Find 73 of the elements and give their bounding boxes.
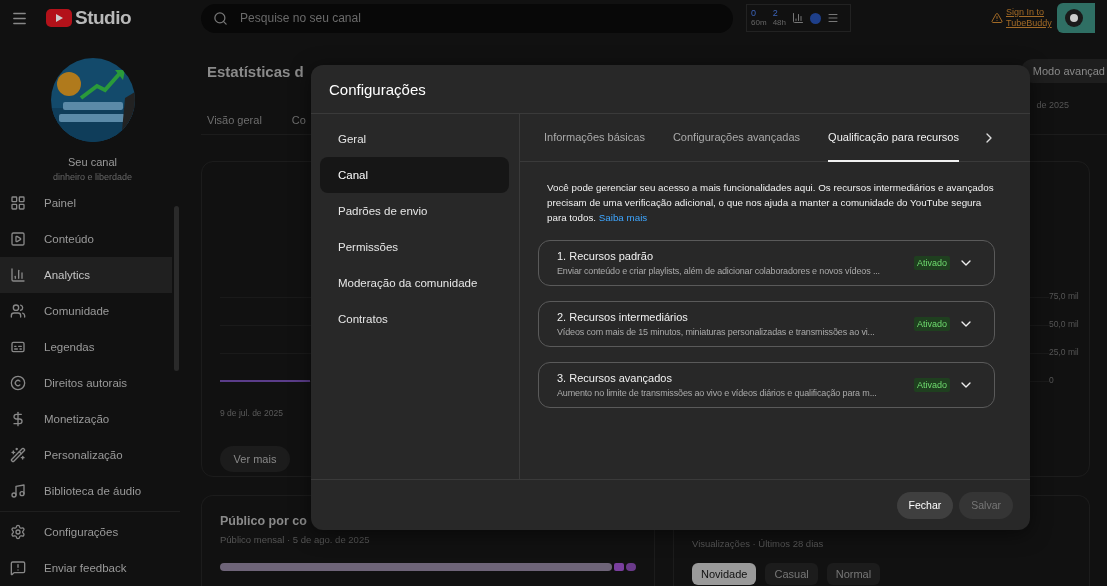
bar-chart-icon: [10, 267, 26, 284]
status-badge: Ativado: [913, 317, 950, 331]
logo-text: Studio: [75, 7, 132, 29]
page-tab[interactable]: Visão geral: [207, 114, 262, 126]
channel-title: Seu canal: [68, 156, 117, 168]
learn-more-link[interactable]: Saiba mais: [598, 212, 648, 223]
dialog-nav-item[interactable]: Contratos: [320, 301, 509, 337]
copyright-icon: [10, 375, 26, 392]
dialog-nav-item[interactable]: Permissões: [320, 229, 509, 265]
dialog-nav-item[interactable]: Geral: [320, 121, 509, 157]
menu-icon[interactable]: [827, 12, 840, 24]
count-value: 2: [772, 9, 779, 18]
status-badge: Ativado: [913, 256, 950, 270]
feature-title: 1. Recursos padrão: [557, 250, 654, 262]
page-title: Estatísticas d: [207, 62, 304, 80]
sidebar-item[interactable]: Analytics: [0, 257, 172, 294]
sidebar-item[interactable]: Comunidade: [0, 293, 172, 330]
dialog-tab[interactable]: Configurações avançadas: [672, 114, 801, 162]
filter-chip[interactable]: Casual: [765, 563, 818, 585]
status-badge: Ativado: [913, 378, 950, 392]
see-more-button[interactable]: Ver mais: [220, 446, 290, 472]
feature-title: 2. Recursos intermediários: [557, 311, 689, 323]
dialog-nav-item[interactable]: Canal: [320, 157, 509, 193]
date-range: de 2025: [1036, 100, 1069, 110]
channel-name: dinheiro e liberdade: [52, 172, 133, 182]
people-icon: [10, 303, 26, 320]
music-icon: [10, 483, 26, 500]
dialog-tab[interactable]: Informações básicas: [544, 114, 645, 162]
feature-card[interactable]: 1. Recursos padrão Enviar conteúdo e criar playlists, além de adicionar colaboradores e novos vídeos ... Ativado: [538, 240, 995, 286]
count-label: 60m: [751, 18, 767, 27]
warning-icon: [991, 12, 1003, 24]
logo-icon: [1065, 9, 1083, 27]
youtube-logo-icon: [46, 9, 72, 27]
sidebar-item[interactable]: Monetização: [0, 401, 172, 438]
count-value: 0: [751, 9, 758, 18]
dialog-tab[interactable]: Qualificação para recursos: [828, 114, 959, 162]
bar-chart-icon[interactable]: [792, 12, 805, 24]
sidebar-item[interactable]: Personalização: [0, 437, 172, 474]
feature-description: Aumento no limite de transmissões ao vivo e vídeos diários e qualificação para m...: [557, 388, 878, 398]
sidebar-item[interactable]: Legendas: [0, 329, 172, 366]
sign-in-link[interactable]: Sign In to TubeBuddy: [1006, 7, 1054, 29]
sidebar-item[interactable]: Biblioteca de áudio: [0, 473, 172, 510]
video-icon: [10, 231, 26, 248]
intro-text: Você pode gerenciar seu acesso a mais funcionalidades aqui. Os recursos intermediários e avançados precisam de uma verificação adicional, o que nos ajuda a manter a comunidade do YouTube segura para todos. Saiba mais: [547, 181, 995, 225]
sidebar-item[interactable]: Conteúdo: [0, 221, 172, 258]
sidebar-item[interactable]: Direitos autorais: [0, 365, 172, 402]
sidebar-item[interactable]: Painel: [0, 185, 172, 222]
card-title: Público por co: [220, 514, 308, 528]
dialog-nav-item[interactable]: Moderação da comunidade: [320, 265, 509, 301]
filter-chip[interactable]: Novidade: [692, 563, 757, 585]
extension-button[interactable]: [1057, 3, 1095, 33]
feature-card[interactable]: 3. Recursos avançados Aumento no limite de transmissões ao vivo e vídeos diários e qualificação para m... Ativado: [538, 362, 995, 408]
dialog-button[interactable]: Fechar: [896, 491, 954, 519]
page-tab[interactable]: Co: [291, 114, 306, 126]
chart-date: 9 de jul. de 2025: [220, 408, 284, 418]
dialog-title: Configurações: [329, 80, 426, 98]
scrollbar[interactable]: [174, 206, 179, 371]
settings-icon: [10, 524, 26, 540]
feature-description: Vídeos com mais de 15 minutos, miniaturas personalizadas e transmissões ao vi...: [557, 327, 876, 337]
filter-chip[interactable]: Normal: [826, 563, 881, 585]
count-label: 48h: [772, 18, 787, 27]
feature-description: Enviar conteúdo e criar playlists, além de adicionar colaboradores e novos vídeos ...: [557, 266, 881, 276]
wand-icon: [10, 447, 26, 464]
mode-button[interactable]: Modo avançad: [1020, 59, 1107, 83]
dialog-nav-item[interactable]: Padrões de envio: [320, 193, 509, 229]
feature-title: 3. Recursos avançados: [557, 372, 673, 384]
feature-card[interactable]: 2. Recursos intermediários Vídeos com mais de 15 minutos, miniaturas personalizadas e transmissões ao vi... Ativado: [538, 301, 995, 347]
search-icon: [213, 10, 229, 26]
feedback-icon: [10, 560, 26, 576]
dollar-icon: [10, 411, 26, 428]
dashboard-icon: [10, 195, 26, 212]
sidebar-item[interactable]: Configurações: [0, 514, 172, 550]
sidebar-item[interactable]: Enviar feedback: [0, 550, 172, 586]
